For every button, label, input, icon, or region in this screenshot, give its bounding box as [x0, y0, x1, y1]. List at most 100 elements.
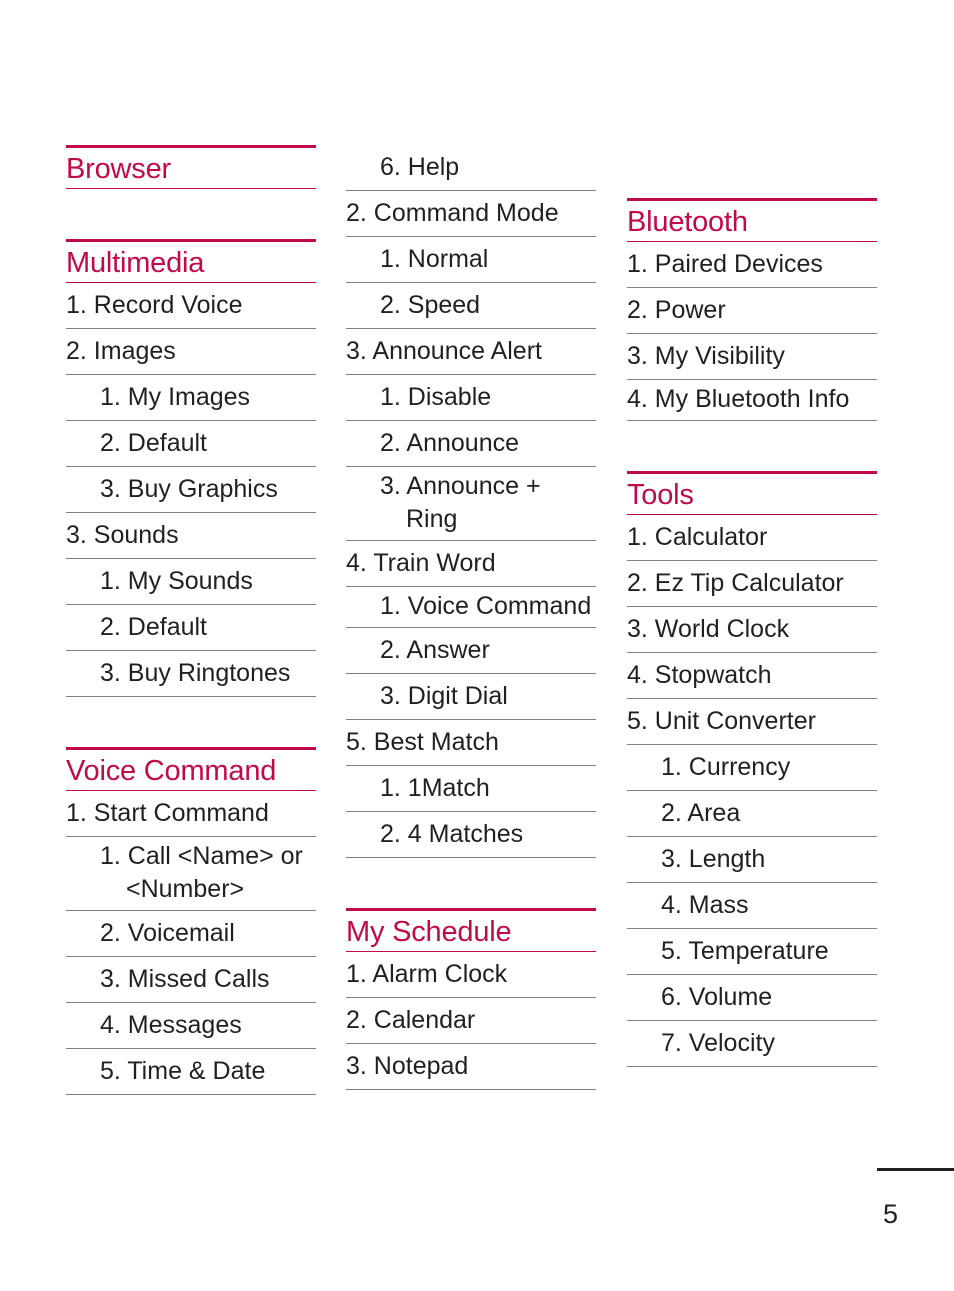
- menu-item: 2. Area: [627, 791, 877, 837]
- content-column-1: Browser Multimedia 1. Record Voice 2. Image…: [66, 145, 316, 1095]
- menu-item-label: 3. Length: [661, 844, 766, 873]
- menu-item: 2. Default: [66, 605, 316, 651]
- menu-item-list: 6. Help 2. Command Mode 1. Normal 2. Speed 3…: [346, 145, 596, 858]
- menu-item-label: 1. 1Match: [380, 773, 490, 802]
- menu-item-label: 1. My Sounds: [100, 566, 253, 595]
- menu-item-label: 2. Command Mode: [346, 198, 559, 227]
- page-footer: 5: [877, 1168, 954, 1231]
- menu-item-label: 1. My Images: [100, 382, 251, 411]
- menu-item-list: 1. Record Voice 2. Images 1. My Images 2. D…: [66, 283, 316, 697]
- section-header: Tools: [627, 471, 877, 515]
- menu-item: 5. Unit Converter: [627, 699, 877, 745]
- menu-item: 1. Normal: [346, 237, 596, 283]
- menu-item-label: 1. Start Command: [66, 798, 269, 827]
- menu-item-label: 2. Ez Tip Calculator: [627, 568, 844, 597]
- menu-item: 2. Ez Tip Calculator: [627, 561, 877, 607]
- menu-section: 6. Help 2. Command Mode 1. Normal 2. Speed 3…: [346, 145, 596, 858]
- menu-item-list: 1. Alarm Clock 2. Calendar 3. Notepad: [346, 952, 596, 1090]
- menu-section: Browser: [66, 145, 316, 189]
- menu-item-label: 5. Unit Converter: [627, 706, 816, 735]
- menu-item: 3. Notepad: [346, 1044, 596, 1090]
- menu-item-label: 2. 4 Matches: [380, 819, 524, 848]
- menu-item: 4. Stopwatch: [627, 653, 877, 699]
- menu-item: 2. 4 Matches: [346, 812, 596, 858]
- menu-item-label: 5. Best Match: [346, 727, 499, 756]
- menu-item-label: 3. Missed Calls: [100, 964, 270, 993]
- menu-item-label: 2. Speed: [380, 290, 481, 319]
- menu-item-label: 3. Notepad: [346, 1051, 469, 1080]
- menu-item: 3. Missed Calls: [66, 957, 316, 1003]
- menu-item-label: 6. Volume: [661, 982, 773, 1011]
- menu-item-label: 4. Stopwatch: [627, 660, 772, 689]
- menu-item-label: 2. Answer: [380, 635, 490, 664]
- section-title: Bluetooth: [627, 206, 748, 238]
- menu-item: 2. Power: [627, 288, 877, 334]
- menu-item: 1. Record Voice: [66, 283, 316, 329]
- menu-item: 1. Start Command: [66, 791, 316, 837]
- menu-item: 4. Train Word: [346, 541, 596, 587]
- menu-item: 1. Alarm Clock: [346, 952, 596, 998]
- menu-item: 1. Call <Name> or <Number>: [66, 837, 316, 911]
- menu-item: 1. Voice Command: [346, 587, 596, 628]
- menu-item-list: 1. Paired Devices 2. Power 3. My Visibilit…: [627, 242, 877, 421]
- menu-item: 3. Announce Alert: [346, 329, 596, 375]
- menu-item: 5. Temperature: [627, 929, 877, 975]
- menu-item-label: 3. Digit Dial: [380, 681, 508, 710]
- menu-item-label: 4. Train Word: [346, 548, 496, 577]
- section-title: My Schedule: [346, 916, 512, 948]
- menu-item: 1. 1Match: [346, 766, 596, 812]
- menu-item: 1. My Images: [66, 375, 316, 421]
- menu-item: 3. Announce + Ring: [346, 467, 596, 541]
- menu-item-label: 2. Default: [100, 612, 208, 641]
- menu-section: My Schedule 1. Alarm Clock 2. Calendar 3. N…: [346, 908, 596, 1090]
- menu-section: Tools 1. Calculator 2. Ez Tip Calculator 3.…: [627, 471, 877, 1067]
- section-title: Browser: [66, 153, 171, 185]
- menu-item: 4. Messages: [66, 1003, 316, 1049]
- menu-item: 3. Length: [627, 837, 877, 883]
- menu-item: 6. Volume: [627, 975, 877, 1021]
- content-column-2: 6. Help 2. Command Mode 1. Normal 2. Speed 3…: [346, 145, 596, 1090]
- menu-item-label: 1. Calculator: [627, 522, 768, 551]
- menu-item-label: 1. Currency: [661, 752, 791, 781]
- menu-item-label: 1. Voice Command: [380, 592, 592, 620]
- menu-item: 2. Default: [66, 421, 316, 467]
- page-number: 5: [883, 1199, 899, 1229]
- menu-item-label: 4. Mass: [661, 890, 749, 919]
- menu-item-label: 3. My Visibility: [627, 341, 785, 370]
- menu-item-label: 4. Messages: [100, 1010, 242, 1039]
- menu-item-label: 5. Temperature: [661, 936, 829, 965]
- section-title: Tools: [627, 479, 694, 511]
- menu-item: 6. Help: [346, 145, 596, 191]
- menu-item: 3. My Visibility: [627, 334, 877, 380]
- menu-item: 2. Speed: [346, 283, 596, 329]
- menu-item: 2. Calendar: [346, 998, 596, 1044]
- menu-item-label: 1. Disable: [380, 382, 492, 411]
- menu-section: Voice Command 1. Start Command 1. Call <Na…: [66, 747, 316, 1095]
- menu-item-label: 3. Buy Ringtones: [100, 658, 291, 687]
- menu-item-label: 3. Buy Graphics: [100, 474, 278, 503]
- menu-item-label: 2. Announce: [380, 428, 520, 457]
- menu-item: 1. My Sounds: [66, 559, 316, 605]
- section-header: Voice Command: [66, 747, 316, 791]
- menu-item: 3. Digit Dial: [346, 674, 596, 720]
- menu-item: 3. World Clock: [627, 607, 877, 653]
- menu-item-label: 2. Images: [66, 336, 176, 365]
- menu-item-label: 1. Call <Name> or <Number>: [100, 842, 303, 903]
- menu-section: Multimedia 1. Record Voice 2. Images 1. My …: [66, 239, 316, 697]
- menu-item: 4. Mass: [627, 883, 877, 929]
- menu-item: 2. Voicemail: [66, 911, 316, 957]
- content-column-3: Bluetooth 1. Paired Devices 2. Power 3. My …: [627, 198, 877, 1067]
- menu-item: 2. Command Mode: [346, 191, 596, 237]
- menu-item: 3. Buy Graphics: [66, 467, 316, 513]
- menu-item-label: 2. Voicemail: [100, 918, 235, 947]
- menu-item-label: 4. My Bluetooth Info: [627, 385, 850, 413]
- section-header: Multimedia: [66, 239, 316, 283]
- section-header: Bluetooth: [627, 198, 877, 242]
- menu-item-label: 5. Time & Date: [100, 1056, 266, 1085]
- menu-item: 1. Currency: [627, 745, 877, 791]
- menu-item-label: 2. Calendar: [346, 1005, 476, 1034]
- menu-item-list: 1. Start Command 1. Call <Name> or <Numbe…: [66, 791, 316, 1095]
- menu-section: Bluetooth 1. Paired Devices 2. Power 3. My …: [627, 198, 877, 421]
- menu-item: 1. Paired Devices: [627, 242, 877, 288]
- menu-item-label: 3. Announce + Ring: [380, 472, 541, 533]
